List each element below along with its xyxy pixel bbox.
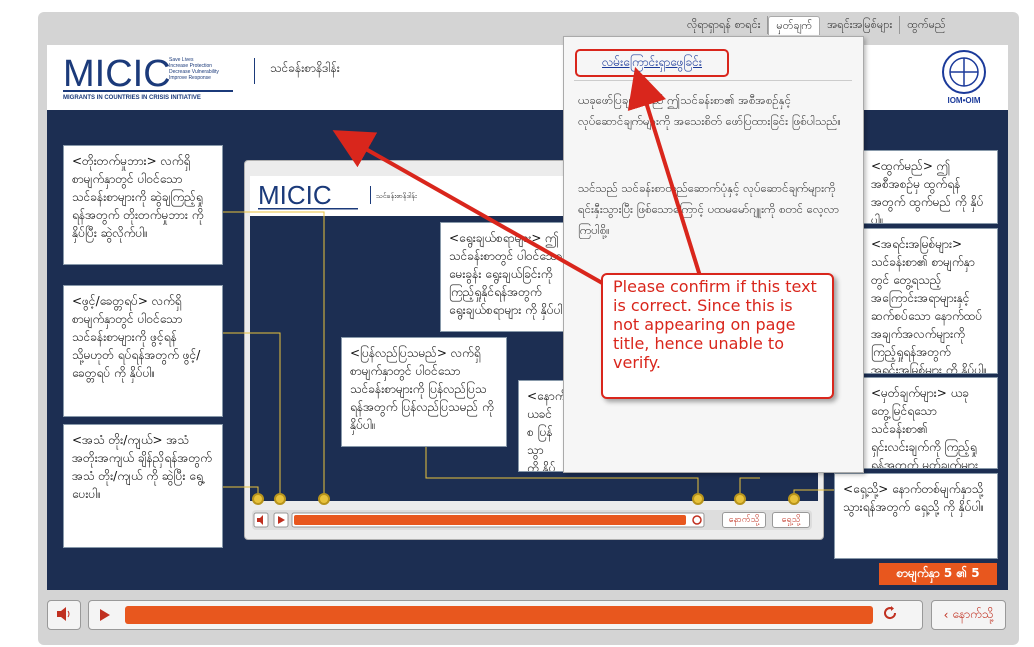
back-button[interactable]: ‹ နောက်သို့	[931, 600, 1006, 630]
replay-button[interactable]	[880, 605, 900, 625]
review-comment: Please confirm if this text is correct. …	[601, 273, 834, 399]
progress-fill	[125, 606, 873, 624]
speaker-icon	[56, 606, 72, 625]
chevron-left-icon: ‹	[943, 608, 949, 622]
back-button-label: နောက်သို့	[952, 607, 994, 621]
replay-icon	[882, 605, 898, 625]
play-button[interactable]	[95, 606, 115, 624]
volume-button[interactable]	[47, 600, 81, 630]
review-arrows	[332, 66, 702, 286]
play-icon	[99, 606, 111, 625]
